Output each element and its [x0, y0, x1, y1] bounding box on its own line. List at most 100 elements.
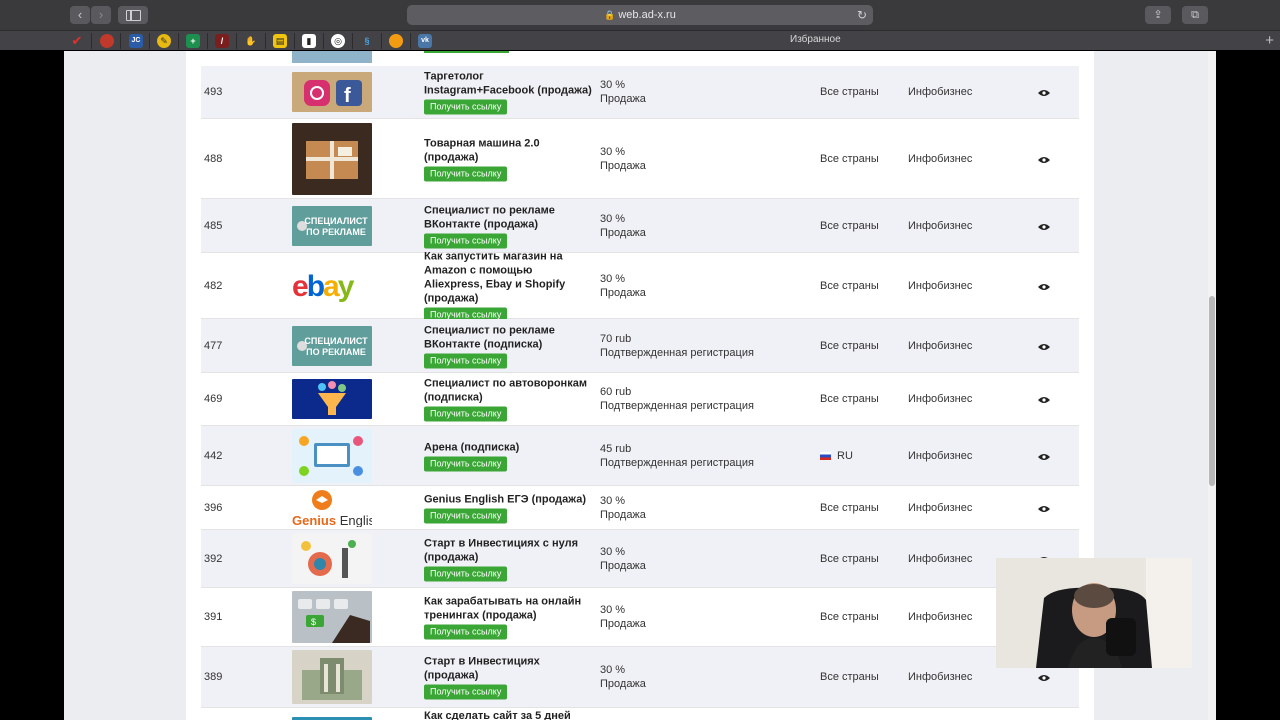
get-link-button[interactable]: Получить ссылку [424, 233, 508, 248]
scrollbar-thumb[interactable] [1209, 296, 1215, 486]
get-link-button[interactable]: Получить ссылку [424, 406, 508, 422]
tabs-button[interactable]: ⧉ [1182, 6, 1208, 24]
svg-text:f: f [344, 85, 351, 107]
offer-category: Инфобизнес [908, 671, 973, 683]
get-link-button[interactable]: Получить ссылку [424, 684, 508, 700]
vk-bookmark-icon[interactable]: vk [418, 34, 432, 48]
get-link-button[interactable]: Получить ссылку [424, 166, 508, 181]
offer-thumbnail: $ [292, 591, 372, 643]
offer-title[interactable]: Таргетолог Instagram+Facebook (продажа) [424, 70, 594, 98]
bookmarks-bar: ✔ JC ✎ + / ✋ ▤ ▮ ◎ § vk Избранное + [0, 30, 1280, 50]
offer-action: Подтвержденная регистрация [600, 456, 754, 469]
offer-name-cell: Таргетолог Instagram+Facebook (продажа) … [424, 70, 594, 115]
get-link-button[interactable]: Получить ссылку [424, 456, 508, 471]
favorites-label[interactable]: Избранное [790, 34, 841, 45]
offer-action: Продажа [600, 508, 646, 521]
eye-icon[interactable] [1038, 395, 1050, 403]
offer-payout: 30 % [600, 494, 626, 507]
offer-category: Инфобизнес [908, 393, 973, 405]
offer-title[interactable]: Товарная машина 2.0 (продажа) [424, 136, 594, 164]
offer-payout-cell: 30 % Продажа [600, 603, 646, 631]
offer-action: Продажа [600, 618, 646, 630]
svg-text:СПЕЦИАЛИСТ: СПЕЦИАЛИСТ [304, 336, 368, 346]
address-bar[interactable]: 🔒 web.ad-x.ru ↻ [407, 5, 873, 25]
offer-geo-cell: Все страны [820, 671, 879, 683]
browser-toolbar: ‹ › 🔒 web.ad-x.ru ↻ ⇪ ⧉ [0, 0, 1280, 30]
lock-icon: 🔒 [604, 10, 616, 20]
offer-title[interactable]: Как зарабатывать на онлайн тренингах (пр… [424, 595, 594, 623]
offer-action: Продажа [600, 226, 646, 239]
offer-title[interactable]: Специалист по автоворонкам (подписка) [424, 377, 594, 405]
offer-payout: 30 % [600, 664, 626, 676]
offer-name-cell: Специалист по рекламе ВКонтакте (продажа… [424, 203, 594, 248]
offer-title[interactable]: Как сделать сайт за 5 дней [424, 709, 594, 720]
eye-icon[interactable] [1038, 155, 1050, 163]
offer-payout-cell: 30 % Продажа [600, 545, 646, 573]
offer-payout: 30 % [600, 79, 626, 91]
offer-title[interactable]: Арена (подписка) [424, 440, 594, 454]
offer-thumbnail: СПЕЦИАЛИСТ ПО РЕКЛАМЕ [292, 205, 372, 246]
offer-id: 493 [204, 86, 223, 98]
get-link-button[interactable]: Получить ссылку [424, 353, 508, 368]
eye-icon[interactable] [1038, 452, 1050, 460]
chart-bookmark-icon[interactable]: ▮ [302, 34, 316, 48]
offer-payout-cell: 70 rub Подтвержденная регистрация [600, 332, 754, 360]
target-bookmark-icon[interactable]: ◎ [331, 34, 345, 48]
offer-title[interactable]: Специалист по рекламе ВКонтакте (подписк… [424, 323, 594, 351]
offer-payout: 30 % [600, 604, 626, 616]
table-row: 493 f Таргетолог Instagram+Facebook (про… [201, 66, 1079, 119]
offer-geo: Все страны [820, 671, 879, 683]
get-link-button[interactable]: Получить ссылку [424, 508, 508, 523]
eye-icon[interactable] [1038, 222, 1050, 230]
offer-name-cell: Как сделать сайт за 5 дней [424, 709, 594, 720]
table-row: 488 Товарная машина 2.0 (продажа) Получи… [201, 119, 1079, 199]
new-tab-icon[interactable]: + [1265, 31, 1274, 51]
offer-geo-cell: Все страны [820, 280, 879, 292]
share-button[interactable]: ⇪ [1145, 6, 1171, 24]
red-circle-bookmark-icon[interactable] [100, 34, 114, 48]
checkmark-bookmark-icon[interactable]: ✔ [70, 34, 84, 48]
offer-id: 442 [204, 449, 223, 462]
back-button[interactable]: ‹ [70, 6, 90, 24]
table-row: 442 Арена (подписка) Получить ссылку 45 … [201, 426, 1079, 486]
orange-circle-bookmark-icon[interactable] [389, 34, 403, 48]
offer-geo-cell: Все страны [820, 553, 879, 565]
folder-bookmark-icon[interactable]: ▤ [273, 34, 287, 48]
blue-bookmark-icon[interactable]: § [360, 34, 374, 48]
dark-red-bookmark-icon[interactable]: / [215, 34, 229, 48]
offer-title[interactable]: Genius English ЕГЭ (продажа) [424, 492, 594, 506]
offer-thumbnail: Genius English [292, 488, 372, 527]
reload-icon[interactable]: ↻ [857, 5, 867, 25]
eye-icon[interactable] [1038, 673, 1050, 681]
eye-icon[interactable] [1038, 282, 1050, 290]
get-link-button[interactable]: Получить ссылку [424, 99, 508, 115]
offer-payout-cell: 30 % Продажа [600, 494, 646, 522]
offer-title[interactable]: Как запустить магазин на Amazon с помощь… [424, 249, 594, 305]
hand-bookmark-icon[interactable]: ✋ [244, 34, 258, 48]
offer-geo-cell: Все страны [820, 220, 879, 232]
partial-get-link-button[interactable] [424, 51, 509, 53]
plus-green-bookmark-icon[interactable]: + [186, 34, 200, 48]
get-link-button[interactable]: Получить ссылку [424, 624, 508, 640]
offer-title[interactable]: Старт в Инвестициях (продажа) [424, 655, 594, 683]
offer-thumbnail [292, 122, 372, 195]
eye-icon[interactable] [1038, 88, 1050, 96]
offer-payout-cell: 30 % Продажа [600, 663, 646, 691]
offer-title[interactable]: Специалист по рекламе ВКонтакте (продажа… [424, 203, 594, 231]
offer-title[interactable]: Старт в Инвестициях с нуля (продажа) [424, 536, 594, 564]
get-link-button[interactable]: Получить ссылку [424, 566, 508, 581]
scrollbar[interactable] [1208, 51, 1216, 720]
offer-geo: Все страны [820, 393, 879, 405]
offer-action: Продажа [600, 678, 646, 690]
eye-icon[interactable] [1038, 342, 1050, 350]
eye-icon[interactable] [1038, 504, 1050, 512]
forward-button[interactable]: › [91, 6, 111, 24]
offer-thumbnail [292, 428, 372, 483]
offer-geo-cell: Все страны [820, 502, 879, 514]
jc-bookmark-icon[interactable]: JC [129, 34, 143, 48]
svg-text:СПЕЦИАЛИСТ: СПЕЦИАЛИСТ [304, 216, 368, 226]
offer-geo-cell: Все страны [820, 393, 879, 405]
yellow-bookmark-icon[interactable]: ✎ [157, 34, 171, 48]
table-row: 477 СПЕЦИАЛИСТ ПО РЕКЛАМЕ Специалист по … [201, 319, 1079, 373]
sidebar-toggle-button[interactable] [118, 6, 148, 24]
